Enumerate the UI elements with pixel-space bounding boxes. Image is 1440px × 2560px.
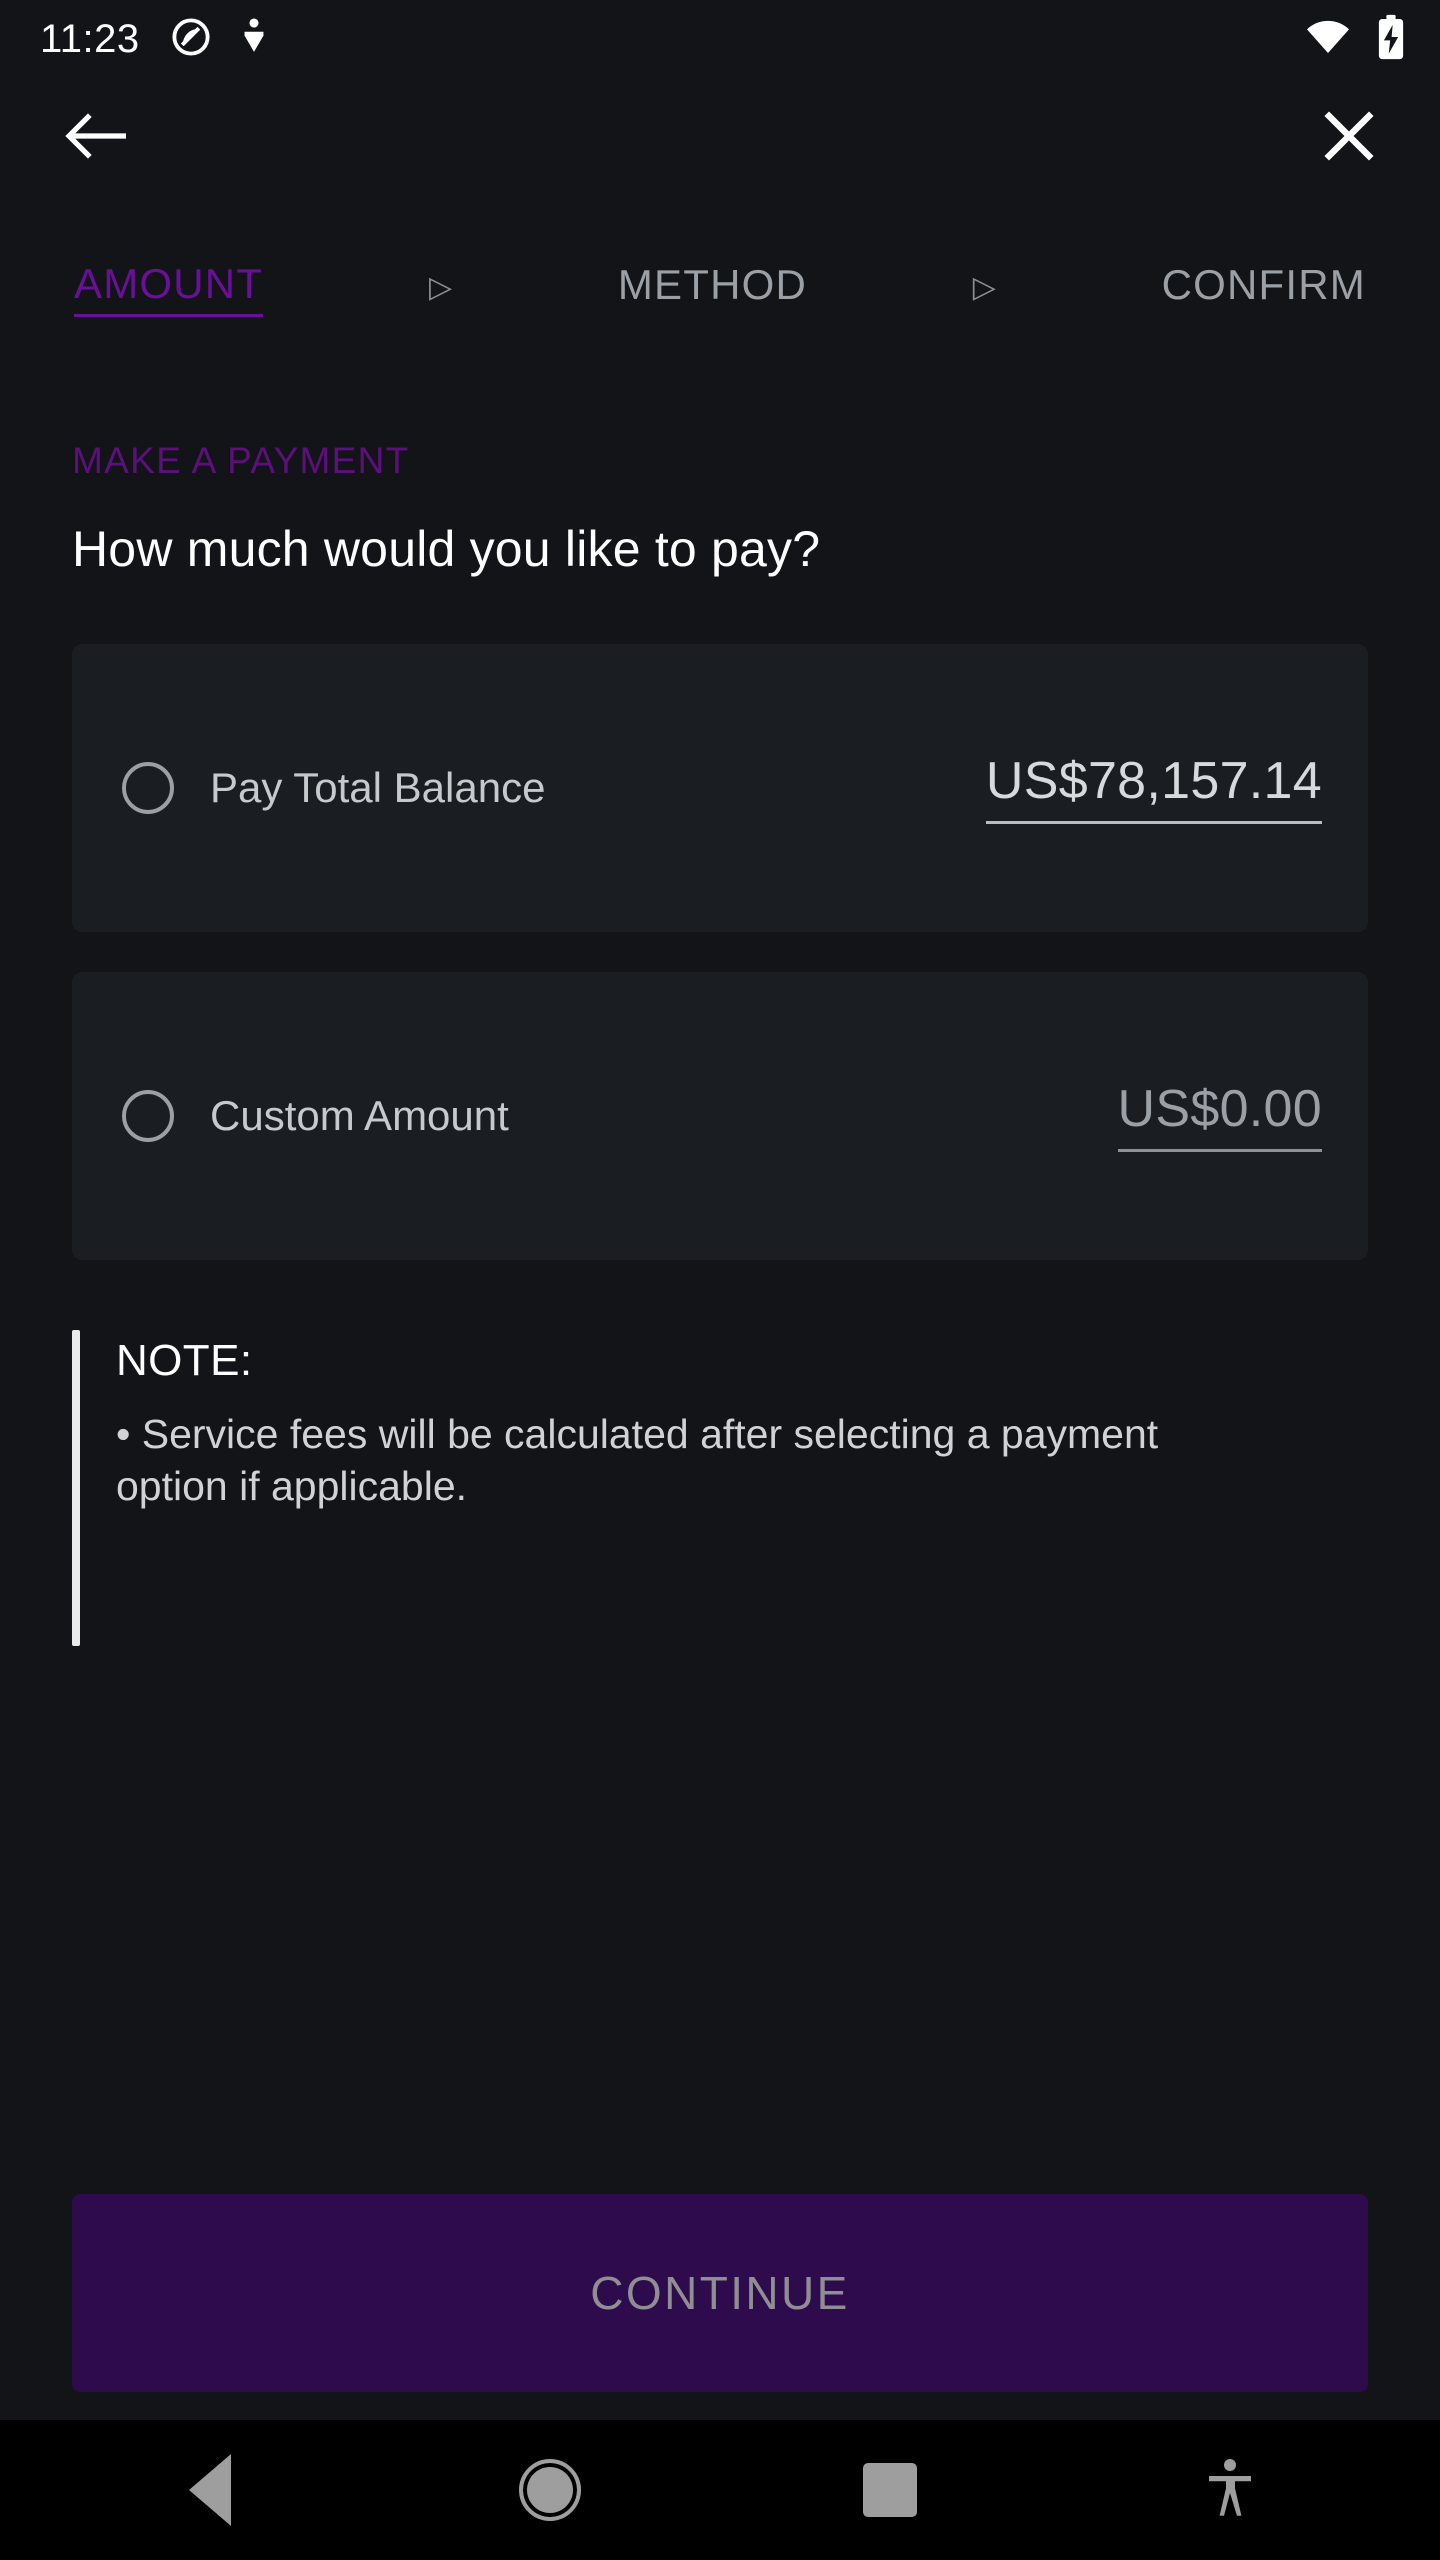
home-circle-icon [519, 2459, 581, 2521]
payment-option-value-field[interactable]: US$78,157.14 [985, 751, 1322, 825]
page-title: How much would you like to pay? [72, 521, 821, 577]
step-confirm[interactable]: CONFIRM [1162, 261, 1366, 315]
payment-option-label: Custom Amount [210, 1092, 509, 1139]
step-arrow-1-icon: ▷ [428, 271, 453, 304]
nav-accessibility-button[interactable] [1060, 2420, 1400, 2560]
status-notification-icons [170, 16, 270, 63]
radio-pay-total-balance[interactable] [122, 762, 174, 814]
payment-option-label: Pay Total Balance [210, 764, 546, 811]
note-body: NOTE: • Service fees will be calculated … [116, 1330, 1236, 1646]
payment-option-list: Pay Total Balance US$78,157.14 Custom Am… [72, 644, 1368, 1260]
note-text: • Service fees will be calculated after … [116, 1411, 1159, 1510]
battery-charging-icon [1376, 14, 1406, 65]
nav-back-button[interactable] [40, 2420, 380, 2560]
main-content: MAKE A PAYMENT How much would you like t… [0, 336, 1440, 2420]
continue-button-label: CONTINUE [590, 2267, 850, 2319]
value-underline [1117, 1149, 1322, 1153]
payment-screen: 11:23 AMOUNT ▷ METHOD ▷ CONFIRM MAKE A P… [0, 0, 1440, 2560]
continue-button[interactable]: CONTINUE [72, 2194, 1368, 2392]
back-button[interactable] [52, 94, 138, 180]
recents-square-icon [863, 2463, 917, 2517]
payment-option-value: US$0.00 [1117, 1079, 1322, 1138]
section-eyebrow: MAKE A PAYMENT [72, 440, 410, 481]
payment-option-custom-amount[interactable]: Custom Amount US$0.00 [72, 972, 1368, 1260]
step-arrow-2-icon: ▷ [972, 271, 996, 304]
back-arrow-icon [64, 110, 127, 165]
do-not-disturb-icon [170, 16, 212, 63]
payment-option-value: US$78,157.14 [985, 751, 1322, 810]
note-title: NOTE: [116, 1336, 253, 1385]
step-amount[interactable]: AMOUNT [74, 260, 264, 317]
android-nav-bar [0, 2420, 1440, 2560]
status-system-icons [1304, 14, 1406, 65]
status-bar: 11:23 [0, 0, 1440, 78]
app-bar [0, 78, 1440, 196]
status-clock: 11:23 [40, 17, 140, 61]
note-block: NOTE: • Service fees will be calculated … [72, 1330, 1368, 1646]
payment-option-pay-total-balance[interactable]: Pay Total Balance US$78,157.14 [72, 644, 1368, 932]
payment-stepper: AMOUNT ▷ METHOD ▷ CONFIRM [0, 240, 1440, 336]
step-method[interactable]: METHOD [618, 261, 807, 315]
value-underline [985, 821, 1322, 825]
close-button[interactable] [1306, 94, 1392, 180]
location-pin-icon [238, 16, 270, 63]
radio-custom-amount[interactable] [122, 1090, 174, 1142]
wifi-icon [1304, 17, 1352, 62]
custom-amount-input[interactable]: US$0.00 [1117, 1079, 1322, 1153]
note-accent-bar [72, 1330, 80, 1646]
back-triangle-icon [189, 2454, 231, 2526]
accessibility-icon [1205, 2457, 1255, 2524]
close-icon [1321, 108, 1377, 167]
nav-recents-button[interactable] [720, 2420, 1060, 2560]
nav-home-button[interactable] [380, 2420, 720, 2560]
cta-area: CONTINUE [72, 2194, 1368, 2420]
